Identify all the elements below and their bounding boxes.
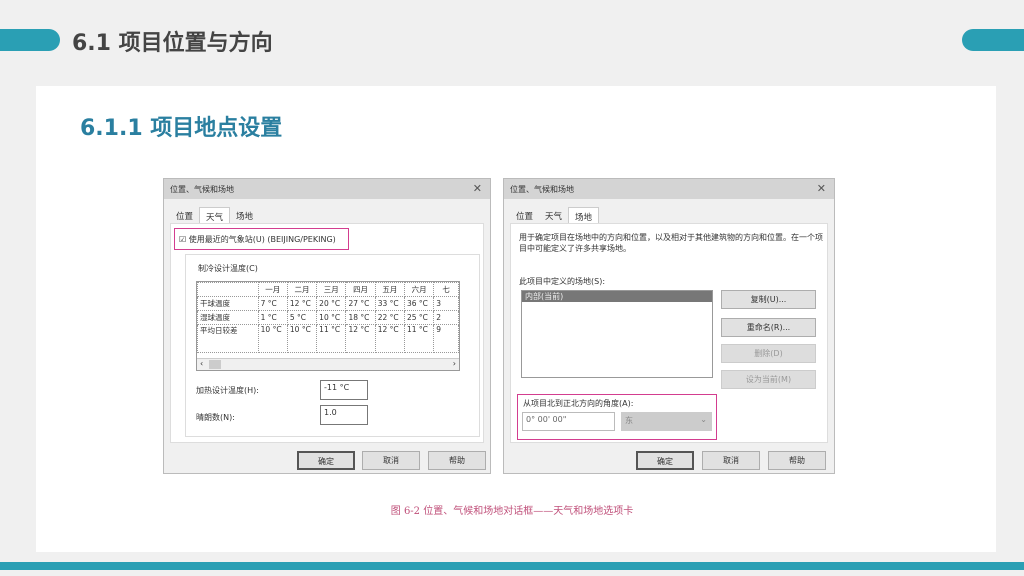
temperature-table: 一月 二月 三月 四月 五月 六月七干球温度 7 °C 12 °C 20 °C 27 °C 33 °… — [197, 282, 459, 353]
dialog-title: 位置、气候和场地 — [510, 185, 574, 194]
table-cell: 36 °C — [403, 296, 435, 311]
table-cell: 27 °C — [345, 296, 376, 311]
ok-button[interactable]: 确定 — [297, 451, 355, 470]
section-title: 6.1.1 项目地点设置 — [80, 116, 283, 141]
cancel-button[interactable]: 取消 — [362, 451, 420, 470]
sites-label: 此项目中定义的场地(S): — [519, 277, 606, 286]
table-cell: 33 °C — [374, 296, 405, 311]
site-dialog: 位置、气候和场地 ✕ 位置 天气 场地 用于确定项目在场地中的方向和位置，以及相对… — [503, 178, 835, 474]
cancel-button[interactable]: 取消 — [702, 451, 760, 470]
table-cell — [197, 282, 259, 297]
clearness-label: 晴朗数(N): — [196, 413, 235, 422]
help-button[interactable]: 帮助 — [428, 451, 486, 470]
table-cell: 7 °C — [257, 296, 288, 311]
table-cell: 12 °C — [286, 296, 318, 311]
rename-button[interactable]: 重命名(R)... — [721, 318, 816, 337]
site-description: 用于确定项目在场地中的方向和位置，以及相对于其他建筑物的方向和位置。在一个项目中… — [519, 233, 823, 253]
sites-list[interactable]: 内部(当前) — [521, 290, 713, 378]
table-cell: 12 °C — [374, 324, 405, 353]
table-row: 干球温度 7 °C 12 °C 20 °C 27 °C 33 °C 36 °C 3 — [197, 296, 459, 311]
header-accent-left — [0, 29, 60, 51]
slide-title: 6.1 项目位置与方向 — [72, 31, 273, 56]
angle-label: 从项目北到正北方向的角度(A): — [523, 399, 634, 408]
table-cell: 干球温度 — [197, 296, 259, 311]
group-label: 制冷设计温度(C) — [198, 264, 258, 273]
table-cell: 25 °C — [403, 310, 435, 325]
heating-label: 加热设计温度(H): — [196, 386, 259, 395]
table-cell: 七 — [433, 282, 459, 297]
heating-input[interactable]: -11 °C — [320, 380, 368, 400]
table-cell: 10 °C — [257, 324, 288, 353]
table-cell: 22 °C — [374, 310, 405, 325]
delete-button: 删除(D) — [721, 344, 816, 363]
table-cell: 20 °C — [316, 296, 347, 311]
table-row: 湿球温度 1 °C 5 °C 10 °C 18 °C 22 °C 25 °C 2 — [197, 310, 459, 325]
table-row: 平均日较差 10 °C 10 °C 11 °C 12 °C 12 °C 11 °C 9 — [197, 324, 459, 353]
table-cell: 10 °C — [316, 310, 347, 325]
angle-input[interactable]: 0° 00' 00" — [522, 412, 615, 431]
dialog-title: 位置、气候和场地 — [170, 185, 234, 194]
table-cell: 四月 — [345, 282, 376, 297]
clearness-input[interactable]: 1.0 — [320, 405, 368, 425]
ok-button[interactable]: 确定 — [636, 451, 694, 470]
table-cell: 六月 — [403, 282, 435, 297]
table-cell: 二月 — [286, 282, 318, 297]
table-cell: 平均日较差 — [197, 324, 259, 353]
table-cell: 三月 — [316, 282, 347, 297]
table-cell: 湿球温度 — [197, 310, 259, 325]
duplicate-button[interactable]: 复制(U)... — [721, 290, 816, 309]
direction-select[interactable]: 东 ⌄ — [621, 412, 712, 431]
direction-value: 东 — [625, 416, 633, 425]
site-item[interactable]: 内部(当前) — [522, 291, 712, 302]
highlight-box — [174, 228, 349, 250]
table-cell: 2 — [433, 310, 459, 325]
figure-caption: 图 6-2 位置、气候和场地对话框——天气和场地选项卡 — [390, 506, 634, 517]
make-current-button: 设为当前(M) — [721, 370, 816, 389]
table-cell: 1 °C — [257, 310, 288, 325]
help-button[interactable]: 帮助 — [768, 451, 826, 470]
close-icon[interactable]: ✕ — [473, 182, 482, 195]
cooling-group: 制冷设计温度(C) 一月 二月 三月 四月 五月 六月七干球温度 7 °C 12 °C 20 °… — [185, 254, 480, 437]
table-row: 一月 二月 三月 四月 五月 六月七 — [197, 282, 459, 297]
header-accent-right — [962, 29, 1024, 51]
table-cell: 10 °C — [286, 324, 318, 353]
chevron-down-icon: ⌄ — [700, 415, 707, 424]
horizontal-scrollbar[interactable]: ‹ › — [197, 358, 459, 370]
footer-strip — [0, 562, 1024, 570]
table-cell: 11 °C — [403, 324, 435, 353]
table-cell: 五月 — [374, 282, 405, 297]
table-cell: 一月 — [257, 282, 288, 297]
table-cell: 3 — [433, 296, 459, 311]
table-cell: 5 °C — [286, 310, 318, 325]
table-cell: 11 °C — [316, 324, 347, 353]
table-cell: 12 °C — [345, 324, 376, 353]
weather-dialog: 位置、气候和场地 ✕ 位置 天气 场地 ☑ 使用最近的气象站(U) (BEIJIN… — [163, 178, 491, 474]
close-icon[interactable]: ✕ — [817, 182, 826, 195]
table-cell: 9 — [433, 324, 459, 353]
table-cell: 18 °C — [345, 310, 376, 325]
